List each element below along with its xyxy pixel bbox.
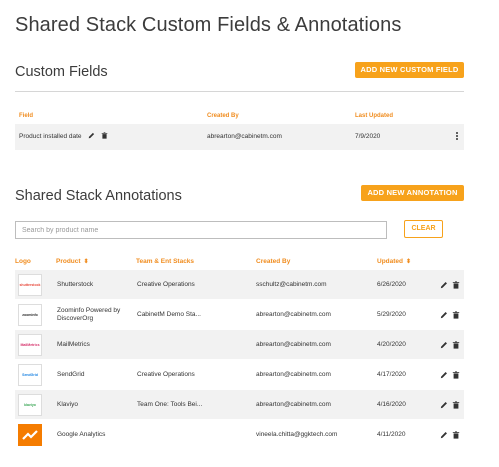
column-header-created-by: Created By	[256, 258, 291, 265]
created-by: abrearton@cabinetm.com	[256, 311, 331, 318]
sort-icon: ⬍	[83, 259, 89, 265]
team-stack: Creative Operations	[137, 371, 195, 378]
product-logo-text: klaviyo	[24, 403, 36, 407]
column-header-product[interactable]: Product ⬍	[56, 258, 89, 265]
product-logo: MailMetrics	[18, 334, 42, 356]
created-by: abrearton@cabinetm.com	[256, 371, 331, 378]
divider	[15, 91, 464, 92]
add-annotation-button[interactable]: ADD NEW ANNOTATION	[361, 185, 464, 201]
product-logo: klaviyo	[18, 394, 42, 416]
pencil-icon[interactable]	[440, 341, 448, 349]
field-name: Product installed date	[19, 133, 82, 140]
product-logo: SendGrid	[18, 364, 42, 386]
updated-date: 6/26/2020	[377, 281, 406, 288]
kebab-icon[interactable]	[456, 132, 459, 141]
column-header-logo: Logo	[15, 258, 31, 265]
column-header-last-updated: Last Updated	[355, 113, 394, 119]
created-by: vineela.chitta@ggktech.com	[256, 431, 338, 438]
product-logo: zoominfo	[18, 304, 42, 326]
column-header-updated[interactable]: Updated ⬍	[377, 258, 411, 265]
updated-date: 4/11/2020	[377, 431, 406, 438]
pencil-icon[interactable]	[440, 431, 448, 439]
updated-date: 4/17/2020	[377, 371, 406, 378]
column-header-product-label: Product	[56, 258, 81, 265]
product-logo: shutterstock	[18, 274, 42, 296]
trash-icon[interactable]	[452, 371, 460, 379]
team-stack: CabinetM Demo Sta...	[137, 311, 201, 318]
add-custom-field-button[interactable]: ADD NEW CUSTOM FIELD	[355, 62, 464, 78]
product-name: Google Analytics	[57, 431, 106, 438]
pencil-icon[interactable]	[440, 311, 448, 319]
updated-date: 4/16/2020	[377, 401, 406, 408]
product-logo-text: shutterstock	[19, 283, 41, 287]
sort-icon: ⬍	[406, 259, 412, 265]
annotations-title: Shared Stack Annotations	[15, 188, 182, 204]
product-name: Shutterstock	[57, 281, 94, 288]
pencil-icon[interactable]	[440, 401, 448, 409]
pencil-icon[interactable]	[88, 132, 95, 139]
last-updated: 7/9/2020	[355, 133, 381, 140]
created-by: sschultz@cabinetm.com	[256, 281, 327, 288]
pencil-icon[interactable]	[440, 371, 448, 379]
created-by: abrearton@cabinetm.com	[256, 341, 331, 348]
analytics-chart-icon	[22, 430, 38, 440]
updated-date: 4/20/2020	[377, 341, 406, 348]
column-header-created-by: Created By	[207, 113, 239, 119]
team-stack: Creative Operations	[137, 281, 195, 288]
column-header-team: Team & Ent Stacks	[136, 258, 195, 265]
search-input[interactable]	[15, 221, 387, 239]
product-name: MailMetrics	[57, 341, 90, 348]
trash-icon[interactable]	[452, 281, 460, 289]
clear-button[interactable]: CLEAR	[404, 220, 443, 238]
product-name: Zoominfo Powered by DiscoverOrg	[57, 307, 121, 322]
team-stack: Team One: Tools Bei...	[137, 401, 203, 408]
product-logo	[18, 424, 42, 446]
column-header-field: Field	[19, 113, 34, 119]
product-logo-text: SendGrid	[22, 373, 38, 377]
page-title: Shared Stack Custom Fields & Annotations	[15, 14, 402, 36]
product-logo-text: MailMetrics	[20, 343, 40, 347]
updated-date: 5/29/2020	[377, 311, 406, 318]
product-name: Klaviyo	[57, 401, 78, 408]
custom-fields-title: Custom Fields	[15, 64, 108, 80]
trash-icon[interactable]	[452, 431, 460, 439]
column-header-updated-label: Updated	[377, 258, 403, 265]
pencil-icon[interactable]	[440, 281, 448, 289]
trash-icon[interactable]	[452, 341, 460, 349]
created-by: abrearton@cabinetm.com	[256, 401, 331, 408]
trash-icon[interactable]	[452, 311, 460, 319]
trash-icon[interactable]	[452, 401, 460, 409]
product-name: SendGrid	[57, 371, 85, 378]
trash-icon[interactable]	[101, 132, 108, 139]
product-logo-text: zoominfo	[22, 313, 38, 317]
created-by: abrearton@cabinetm.com	[207, 133, 282, 140]
